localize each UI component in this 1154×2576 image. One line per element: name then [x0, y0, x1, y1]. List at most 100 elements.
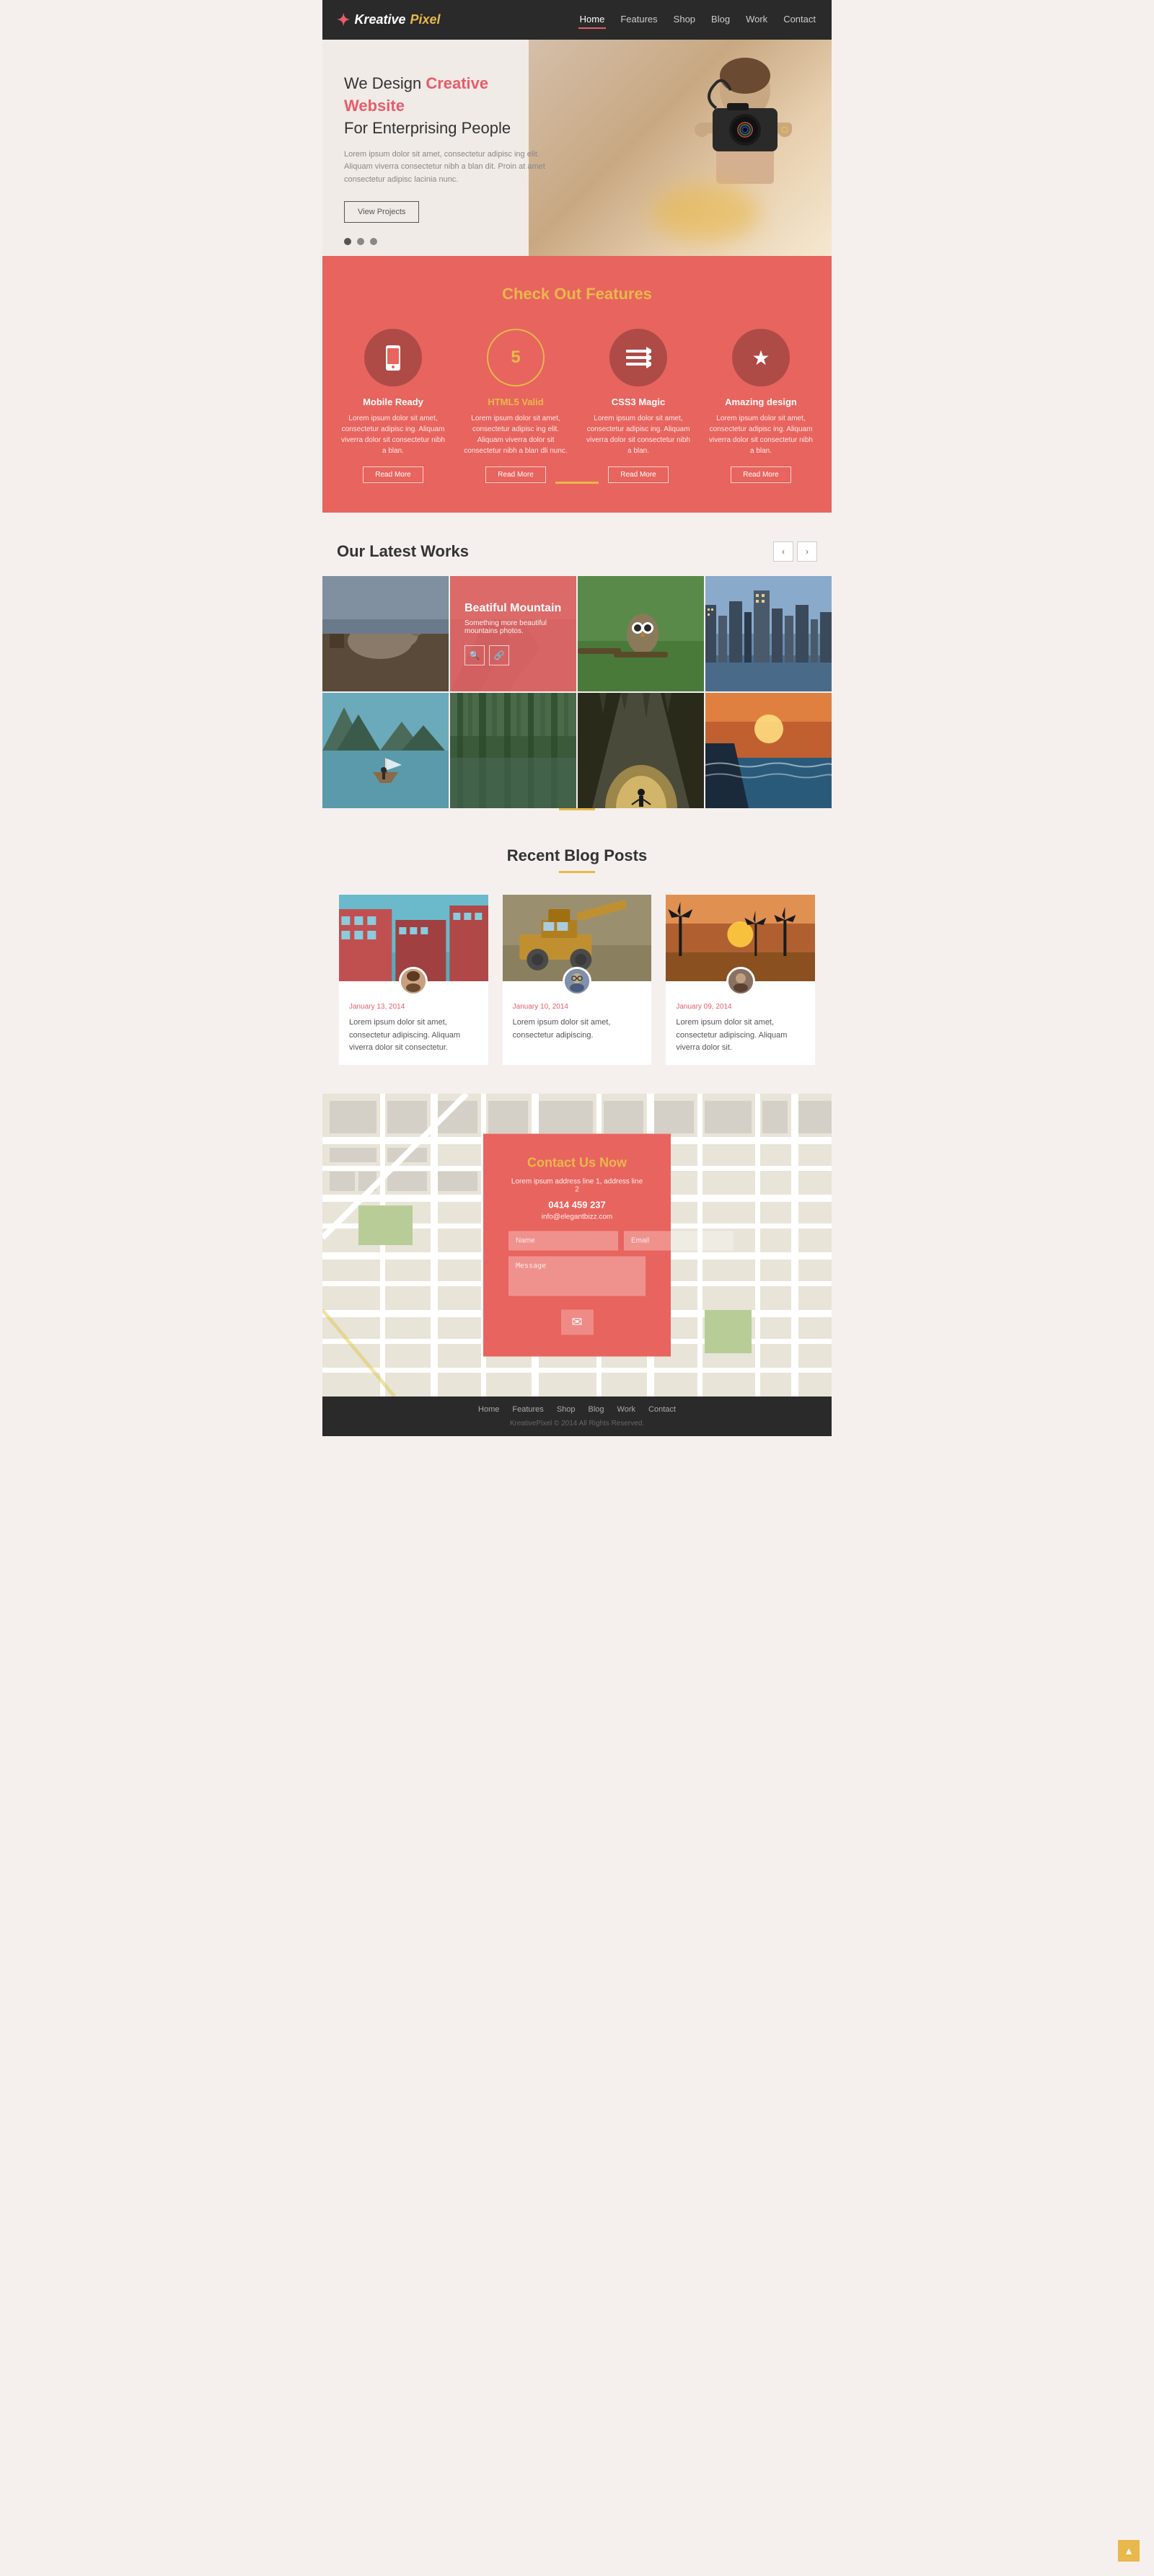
- hero-headline: We Design Creative WebsiteFor Enterprisi…: [344, 73, 546, 139]
- work-overlay-sub: Something more beautiful mountains photo…: [464, 619, 562, 635]
- blog-title-bold: Blog Posts: [564, 846, 647, 864]
- blog-divider: [559, 871, 595, 873]
- blog-avatar-2: [563, 967, 591, 996]
- feature-mobile-ready: Mobile Ready Lorem ipsum dolor sit amet,…: [339, 329, 447, 483]
- feature-design: ★ Amazing design Lorem ipsum dolor sit a…: [707, 329, 815, 483]
- yellow-splash: [651, 184, 759, 242]
- works-header: Our Latest Works ‹ ›: [322, 541, 832, 576]
- contact-phone: 0414 459 237: [508, 1199, 646, 1210]
- blog-post-2: January 10, 2014 Lorem ipsum dolor sit a…: [503, 895, 652, 1065]
- dot-2[interactable]: [357, 238, 364, 245]
- work-item-7[interactable]: [578, 693, 704, 808]
- feature-icon-html5: 5: [487, 329, 545, 386]
- footer-link-home[interactable]: Home: [478, 1405, 499, 1414]
- blog-title-plain: Recent: [507, 846, 564, 864]
- feature-css3-readmore[interactable]: Read More: [608, 466, 668, 483]
- feature-html5: 5 HTML5 Valid Lorem ipsum dolor sit amet…: [462, 329, 570, 483]
- footer-link-contact[interactable]: Contact: [648, 1405, 676, 1414]
- footer: Home Features Shop Blog Work Contact Kre…: [322, 1397, 832, 1436]
- features-title-plain: Check Out: [502, 285, 586, 303]
- work-photo-3: [578, 576, 704, 691]
- work-search-icon[interactable]: 🔍: [464, 645, 485, 665]
- blog-post-2-date: January 10, 2014: [513, 1003, 642, 1011]
- work-item-5[interactable]: [322, 693, 449, 808]
- contact-address: Lorem ipsum address line 1, address line…: [508, 1177, 646, 1193]
- blog-post-1-image-wrapper: [339, 895, 488, 981]
- css3-icon: [626, 347, 651, 368]
- feature-design-readmore[interactable]: Read More: [731, 466, 790, 483]
- works-grid: Beatiful Mountain Something more beautif…: [322, 576, 832, 808]
- works-section: Our Latest Works ‹ ›: [322, 513, 832, 810]
- blog-avatar-1: [399, 967, 428, 996]
- footer-link-shop[interactable]: Shop: [557, 1405, 576, 1414]
- works-title: Our Latest Works: [337, 542, 469, 561]
- works-next-button[interactable]: ›: [797, 541, 817, 562]
- nav-home[interactable]: Home: [578, 11, 607, 29]
- contact-send-button[interactable]: ✉: [561, 1309, 594, 1335]
- work-link-icon[interactable]: 🔗: [489, 645, 509, 665]
- hero-text: We Design Creative WebsiteFor Enterprisi…: [344, 73, 546, 222]
- html5-icon: 5: [511, 348, 520, 368]
- blog-post-1-date: January 13, 2014: [349, 1003, 478, 1011]
- hero-image: [529, 40, 832, 256]
- nav-blog[interactable]: Blog: [710, 11, 731, 29]
- features-grid: Mobile Ready Lorem ipsum dolor sit amet,…: [339, 329, 815, 483]
- hero-photo: [529, 40, 832, 256]
- work-photo-1: [322, 576, 449, 691]
- feature-html5-readmore[interactable]: Read More: [485, 466, 545, 483]
- blog-grid: January 13, 2014 Lorem ipsum dolor sit a…: [339, 895, 815, 1065]
- blog-section: Recent Blog Posts: [322, 810, 832, 1094]
- work-photo-5: [322, 693, 449, 808]
- work-photo-6: [450, 693, 576, 808]
- contact-name-input[interactable]: [508, 1231, 618, 1250]
- works-title-bold: Works: [420, 542, 469, 560]
- work-photo-4: [705, 576, 832, 691]
- work-item-2[interactable]: Beatiful Mountain Something more beautif…: [450, 576, 576, 691]
- nav-contact[interactable]: Contact: [782, 11, 817, 29]
- nav-links: Home Features Shop Blog Work Contact: [578, 11, 817, 29]
- send-icon: ✉: [571, 1314, 582, 1329]
- features-title: Check Out Features: [337, 285, 817, 304]
- feature-html5-title: HTML5 Valid: [462, 397, 570, 407]
- nav-features[interactable]: Features: [619, 11, 659, 29]
- contact-form: Contact Us Now Lorem ipsum address line …: [483, 1133, 671, 1356]
- feature-html5-desc: Lorem ipsum dolor sit amet, consectetur …: [462, 413, 570, 456]
- feature-icon-css3: [609, 329, 667, 386]
- dot-3[interactable]: [370, 238, 377, 245]
- work-item-8[interactable]: [705, 693, 832, 808]
- features-section: Check Out Features Mobile Ready Lorem ip…: [322, 256, 832, 513]
- work-item-3[interactable]: [578, 576, 704, 691]
- works-title-plain: Our Latest: [337, 542, 420, 560]
- blog-post-3-date: January 09, 2014: [676, 1003, 805, 1011]
- nav-work[interactable]: Work: [744, 11, 769, 29]
- nav-shop[interactable]: Shop: [672, 11, 697, 29]
- feature-css3-desc: Lorem ipsum dolor sit amet, consectetur …: [584, 413, 692, 456]
- scroll-to-top-button[interactable]: ▲: [1118, 2540, 1140, 2562]
- contact-message-input[interactable]: [508, 1256, 646, 1296]
- feature-design-title: Amazing design: [707, 397, 815, 407]
- feature-mobile-readmore[interactable]: Read More: [363, 466, 423, 483]
- footer-link-blog[interactable]: Blog: [589, 1405, 604, 1414]
- footer-links: Home Features Shop Blog Work Contact: [337, 1405, 817, 1414]
- contact-email-input[interactable]: [624, 1231, 734, 1250]
- work-item-6[interactable]: [450, 693, 576, 808]
- work-item-1[interactable]: [322, 576, 449, 691]
- blog-post-3-image-wrapper: [666, 895, 815, 981]
- work-photo-8: [705, 693, 832, 808]
- blog-avatar-3: [726, 967, 755, 996]
- works-prev-button[interactable]: ‹: [773, 541, 793, 562]
- view-projects-button[interactable]: View Projects: [344, 201, 419, 223]
- dot-1[interactable]: [344, 238, 351, 245]
- hero-section: We Design Creative WebsiteFor Enterprisi…: [322, 40, 832, 256]
- feature-css3: CSS3 Magic Lorem ipsum dolor sit amet, c…: [584, 329, 692, 483]
- avatar-svg-1: [401, 969, 426, 993]
- footer-link-work[interactable]: Work: [617, 1405, 635, 1414]
- logo[interactable]: ✦ KreativePixel: [337, 11, 441, 30]
- blog-post-1-text: Lorem ipsum dolor sit amet, consectetur …: [349, 1017, 478, 1055]
- feature-mobile-desc: Lorem ipsum dolor sit amet, consectetur …: [339, 413, 447, 456]
- work-item-4[interactable]: [705, 576, 832, 691]
- footer-link-features[interactable]: Features: [512, 1405, 543, 1414]
- blog-post-3-text: Lorem ipsum dolor sit amet, consectetur …: [676, 1017, 805, 1055]
- work-overlay: Beatiful Mountain Something more beautif…: [450, 576, 576, 691]
- avatar-svg-2: [565, 969, 589, 993]
